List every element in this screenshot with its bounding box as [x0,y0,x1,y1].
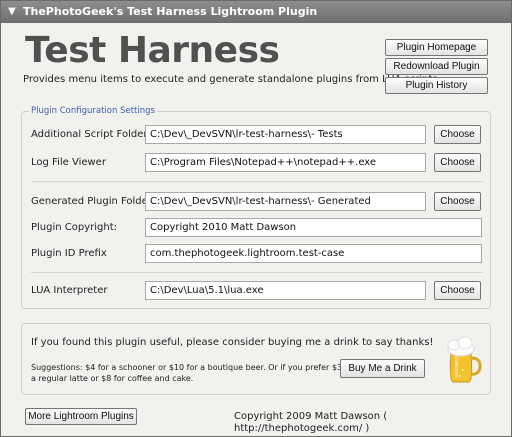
log-viewer-choose-button[interactable]: Choose [434,153,481,172]
buy-me-a-drink-button[interactable]: Buy Me a Drink [340,359,425,378]
more-lightroom-plugins-button[interactable]: More Lightroom Plugins [25,408,137,425]
settings-divider [31,272,483,273]
collapse-arrow-icon[interactable]: ▼ [8,6,16,18]
log-viewer-label: Log File Viewer [31,157,106,168]
generated-folder-choose-button[interactable]: Choose [434,192,481,211]
generated-folder-field[interactable]: C:\Dev\_DevSVN\lr-test-harness\- Generat… [145,192,426,211]
window-title: ThePhotoGeek's Test Harness Lightroom Pl… [23,5,318,18]
plugin-window: ▼ ThePhotoGeek's Test Harness Lightroom … [0,0,512,437]
settings-divider [31,181,483,182]
plugin-history-button[interactable]: Plugin History [385,77,488,94]
plugin-copyright-field[interactable]: Copyright 2010 Matt Dawson [145,218,482,237]
script-folder-label: Additional Script Folder [31,129,148,140]
script-folder-choose-button[interactable]: Choose [434,125,481,144]
generated-folder-label: Generated Plugin Folder [31,196,152,207]
plugin-homepage-button[interactable]: Plugin Homepage [385,39,488,56]
beer-mug-icon [435,334,485,386]
page-description: Provides menu items to execute and gener… [23,74,441,85]
plugin-id-prefix-label: Plugin ID Prefix [31,248,107,259]
lua-interpreter-field[interactable]: C:\Dev\Lua\5.1\lua.exe [145,281,426,300]
donation-message: If you found this plugin useful, please … [31,337,434,348]
donation-suggestion-line1: Suggestions: $4 for a schooner or $10 fo… [31,363,356,372]
plugin-copyright-label: Plugin Copyright: [31,222,118,233]
config-settings-legend: Plugin Configuration Settings [29,106,157,117]
donation-suggestion-line2: a regular latte or $8 for coffee and cak… [31,374,194,383]
plugin-id-prefix-field[interactable]: com.thephotogeek.lightroom.test-case [145,244,482,263]
log-viewer-field[interactable]: C:\Program Files\Notepad++\notepad++.exe [145,153,426,172]
page-heading: Test Harness [25,30,280,71]
redownload-plugin-button[interactable]: Redownload Plugin [385,58,488,75]
title-bar[interactable]: ▼ ThePhotoGeek's Test Harness Lightroom … [1,1,511,23]
script-folder-field[interactable]: C:\Dev\_DevSVN\lr-test-harness\- Tests [145,125,426,144]
lua-interpreter-choose-button[interactable]: Choose [434,281,481,300]
lua-interpreter-label: LUA Interpreter [31,285,108,296]
footer-copyright: Copyright 2009 Matt Dawson ( http://thep… [234,411,388,434]
